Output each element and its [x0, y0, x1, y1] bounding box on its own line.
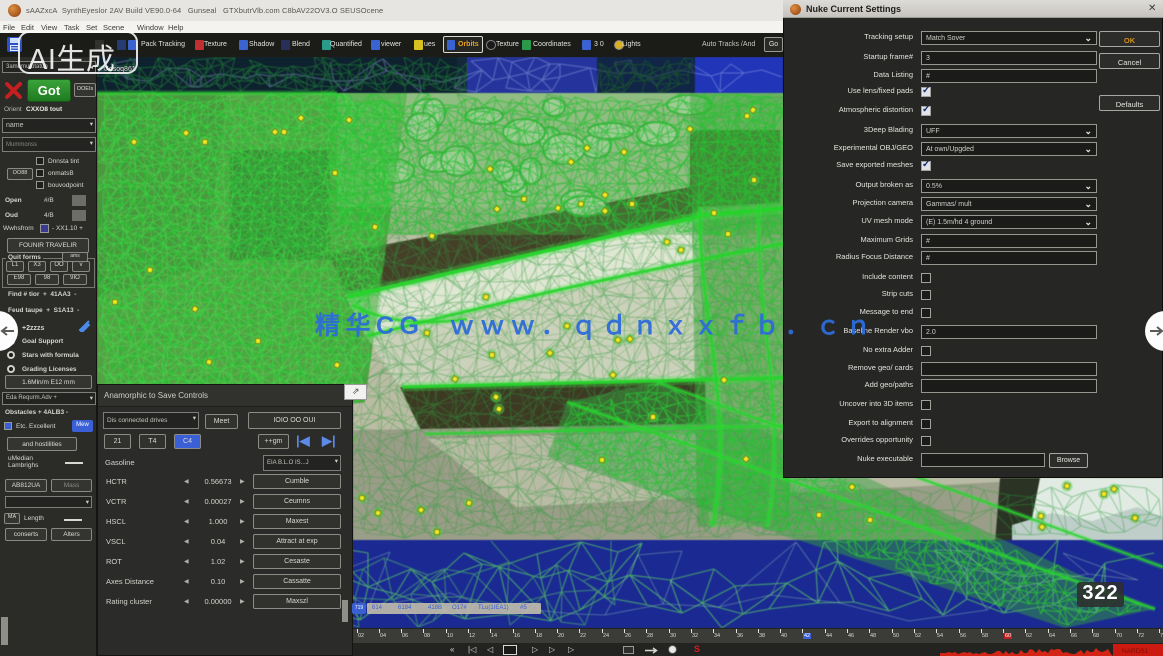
svg-text:NARDS1: NARDS1: [1122, 648, 1149, 655]
